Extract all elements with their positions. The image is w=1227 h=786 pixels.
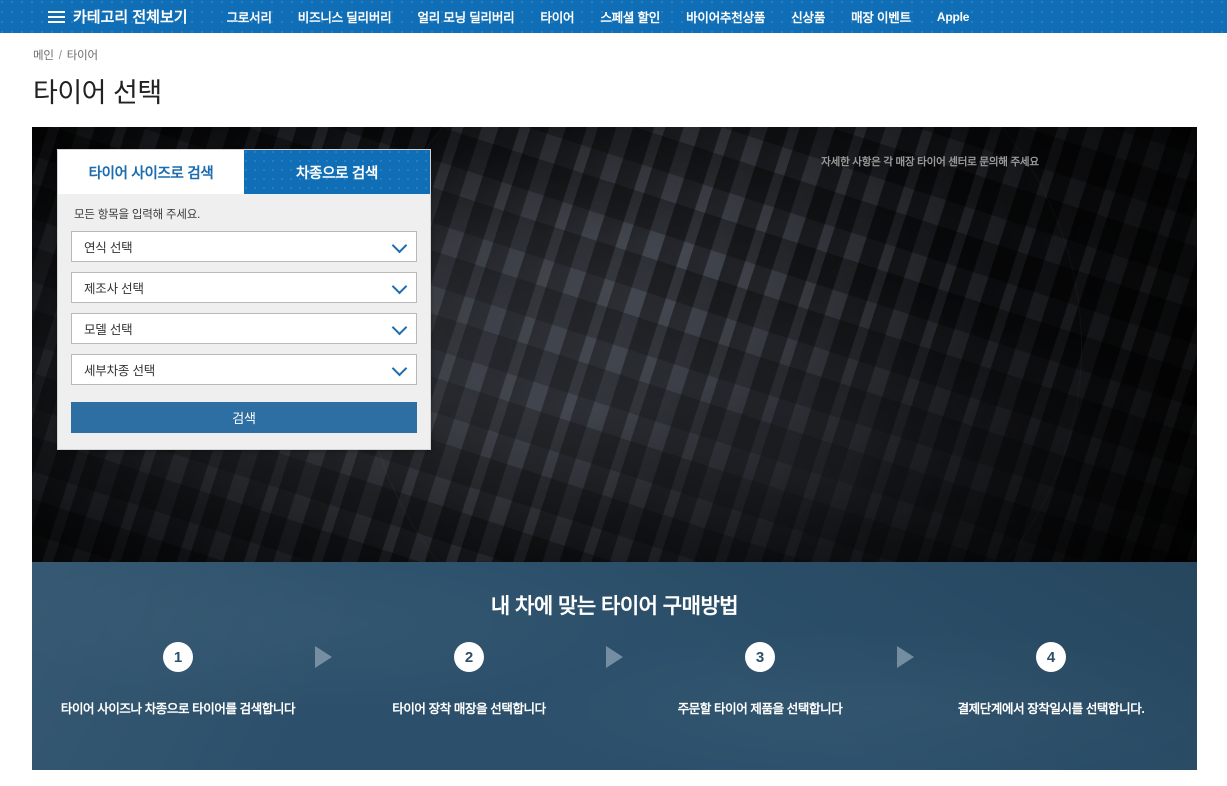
search-tabs: 타이어 사이즈로 검색 차종으로 검색 xyxy=(58,150,430,194)
select-trim-value: 세부차종 선택 xyxy=(84,364,156,378)
nav-item-store-event[interactable]: 매장 이벤트 xyxy=(838,7,924,26)
hamburger-icon xyxy=(48,10,65,23)
form-hint: 모든 항목을 입력해 주세요. xyxy=(74,209,201,221)
step-circle-2: 2 xyxy=(454,642,484,672)
nav-items: 그로서리 비즈니스 딜리버리 얼리 모닝 딜리버리 타이어 스페셜 할인 바이어… xyxy=(214,7,983,26)
step-number-cell: 2 xyxy=(370,642,568,672)
breadcrumb-current: 타이어 xyxy=(66,50,98,62)
nav-item-special-discount[interactable]: 스페셜 할인 xyxy=(587,7,673,26)
step-label-3: 주문할 타이어 제품을 선택합니다 xyxy=(677,702,843,716)
select-model[interactable]: 모델 선택 xyxy=(71,313,417,344)
tab-search-by-tire-size[interactable]: 타이어 사이즈로 검색 xyxy=(58,150,244,194)
breadcrumb-separator: / xyxy=(58,50,62,62)
select-manufacturer[interactable]: 제조사 선택 xyxy=(71,272,417,303)
select-year-value: 연식 선택 xyxy=(84,241,133,255)
step-circle-1: 1 xyxy=(163,642,193,672)
category-menu-label: 카테고리 전체보기 xyxy=(73,9,188,26)
chevron-down-icon xyxy=(391,237,408,253)
select-model-value: 모델 선택 xyxy=(84,323,133,337)
step-circle-3: 3 xyxy=(745,642,775,672)
step-arrow-cell xyxy=(277,646,370,668)
play-triangle-icon xyxy=(315,646,332,668)
search-form: 모든 항목을 입력해 주세요. 연식 선택 제조사 선택 모델 선택 세부차종 … xyxy=(58,194,430,449)
play-triangle-icon xyxy=(897,646,914,668)
search-button[interactable]: 검색 xyxy=(71,402,417,433)
tab-search-by-vehicle[interactable]: 차종으로 검색 xyxy=(244,150,430,194)
nav-item-tire[interactable]: 타이어 xyxy=(527,7,587,26)
step-label-2: 타이어 장착 매장을 선택합니다 xyxy=(392,702,546,716)
nav-item-business-delivery[interactable]: 비즈니스 딜리버리 xyxy=(285,7,405,26)
step-number-cell: 4 xyxy=(952,642,1150,672)
top-navigation-bar: 카테고리 전체보기 그로서리 비즈니스 딜리버리 얼리 모닝 딜리버리 타이어 … xyxy=(0,0,1227,33)
step-arrow-cell xyxy=(859,646,952,668)
steps-title: 내 차에 맞는 타이어 구매방법 xyxy=(490,595,739,618)
steps-label-row: 타이어 사이즈나 차종으로 타이어를 검색합니다 타이어 장착 매장을 선택합니… xyxy=(32,698,1197,717)
nav-item-buyer-pick[interactable]: 바이어추천상품 xyxy=(673,7,778,26)
nav-item-grocery[interactable]: 그로서리 xyxy=(214,7,285,26)
chevron-down-icon xyxy=(391,360,408,376)
chevron-down-icon xyxy=(391,278,408,294)
nav-item-new-products[interactable]: 신상품 xyxy=(778,7,838,26)
step-number-cell: 3 xyxy=(661,642,859,672)
purchase-steps-section: 내 차에 맞는 타이어 구매방법 1 2 3 4 타이어 사이즈나 차종으로 타… xyxy=(32,562,1197,770)
hero-banner: 타이어 사이즈로 검색 차종으로 검색 모든 항목을 입력해 주세요. 연식 선… xyxy=(32,127,1197,562)
promo-note: 자세한 사항은 각 매장 타이어 센터로 문의해 주세요 xyxy=(821,156,1039,168)
step-label-1: 타이어 사이즈나 차종으로 타이어를 검색합니다 xyxy=(60,702,296,716)
page-header: 메인 / 타이어 타이어 선택 xyxy=(0,33,1227,110)
play-triangle-icon xyxy=(606,646,623,668)
step-arrow-cell xyxy=(568,646,661,668)
select-year[interactable]: 연식 선택 xyxy=(71,231,417,262)
breadcrumb-home[interactable]: 메인 xyxy=(33,50,54,62)
nav-item-apple[interactable]: Apple xyxy=(924,10,982,24)
tire-search-panel: 타이어 사이즈로 검색 차종으로 검색 모든 항목을 입력해 주세요. 연식 선… xyxy=(57,149,431,450)
select-trim[interactable]: 세부차종 선택 xyxy=(71,354,417,385)
step-label-4: 결제단계에서 장착일시를 선택합니다. xyxy=(957,702,1145,716)
nav-item-early-morning-delivery[interactable]: 얼리 모닝 딜리버리 xyxy=(404,7,527,26)
category-menu-button[interactable]: 카테고리 전체보기 xyxy=(48,6,188,27)
step-circle-4: 4 xyxy=(1036,642,1066,672)
breadcrumb: 메인 / 타이어 xyxy=(33,47,1227,63)
select-manufacturer-value: 제조사 선택 xyxy=(84,282,144,296)
chevron-down-icon xyxy=(391,319,408,335)
step-number-cell: 1 xyxy=(79,642,277,672)
page-title: 타이어 선택 xyxy=(33,78,162,108)
steps-indicator-row: 1 2 3 4 xyxy=(32,642,1197,672)
